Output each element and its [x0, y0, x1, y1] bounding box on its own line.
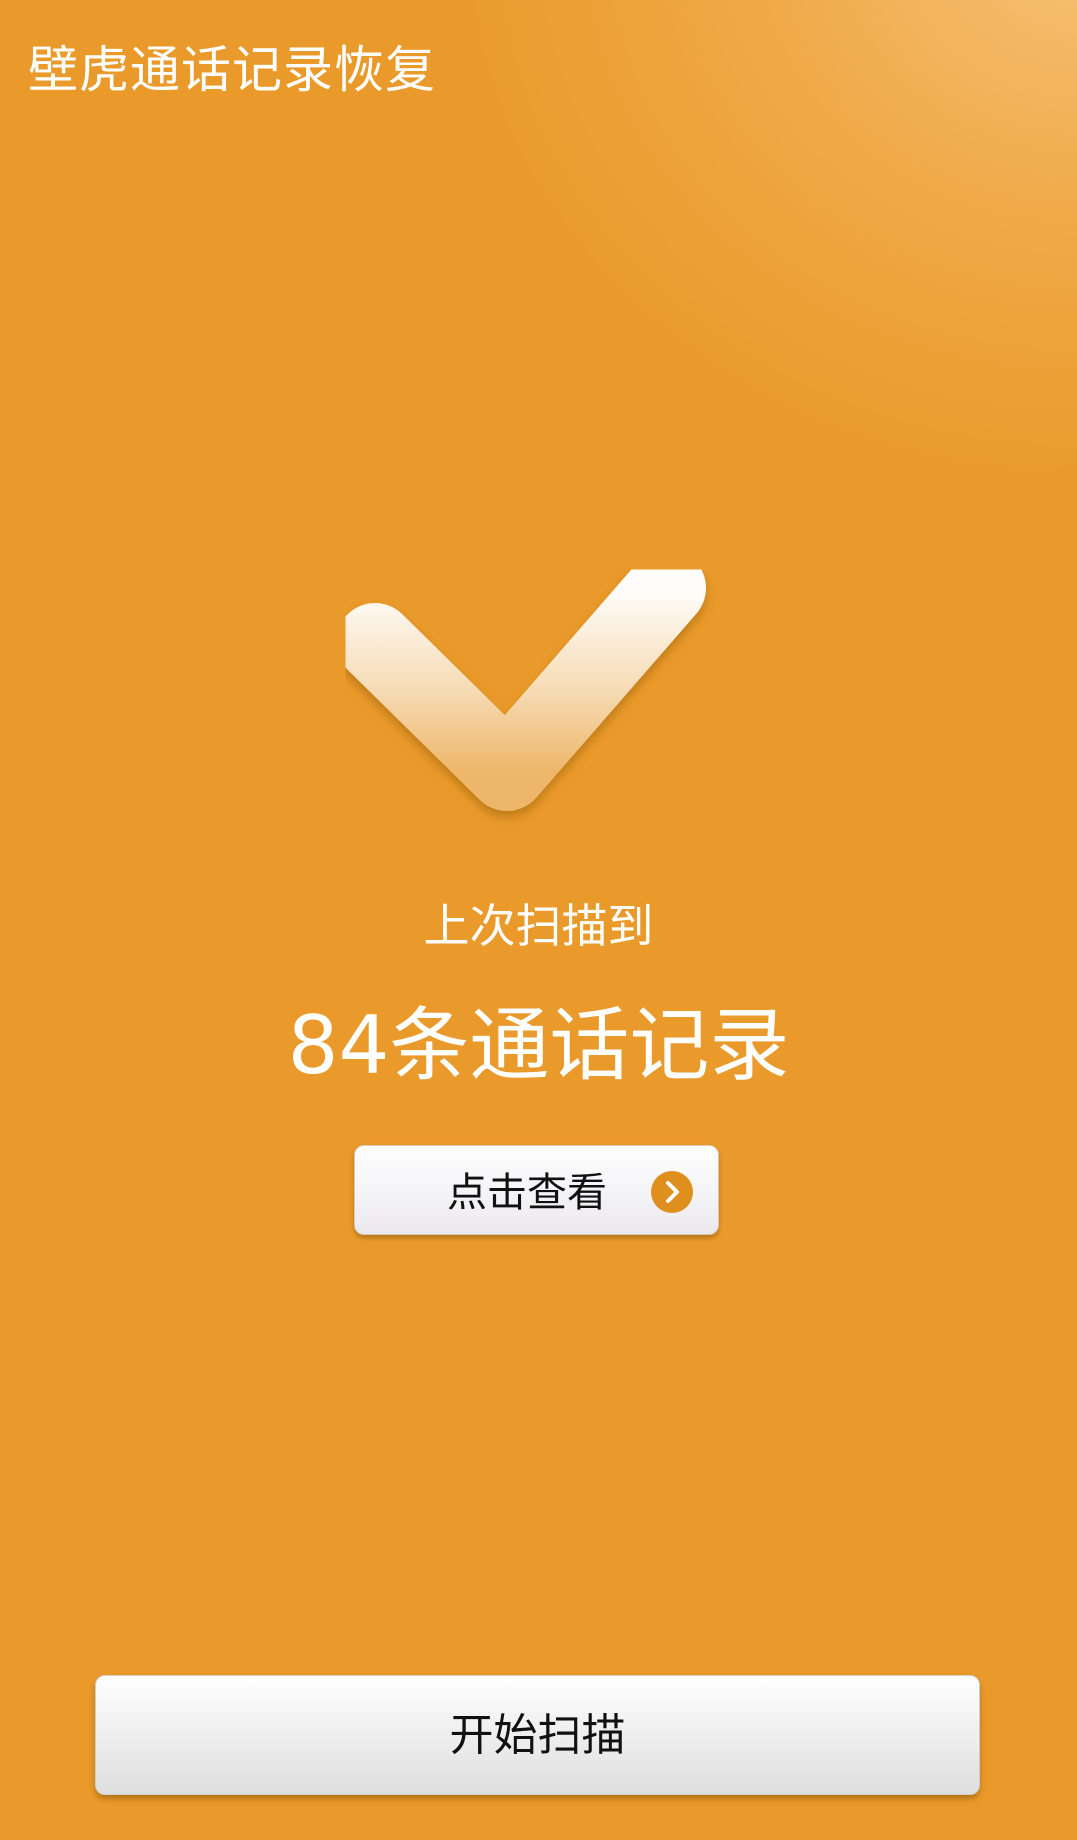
- start-scan-label: 开始扫描: [449, 1710, 626, 1761]
- checkmark-icon: [336, 549, 706, 811]
- call-record-count: 84条通话记录: [287, 999, 790, 1092]
- app-title: 壁虎通话记录恢复: [28, 41, 436, 99]
- chevron-right-icon: [651, 1171, 693, 1213]
- last-scan-label: 上次扫描到: [423, 899, 654, 953]
- view-records-label: 点击查看: [447, 1170, 607, 1216]
- background-glow: [437, 0, 1077, 500]
- main-screen: 壁虎通话记录恢复 上次扫描到 84条通话记录 点击查看 开始扫描: [0, 0, 1077, 1840]
- start-scan-button[interactable]: 开始扫描: [95, 1675, 980, 1795]
- view-records-button[interactable]: 点击查看: [354, 1145, 719, 1235]
